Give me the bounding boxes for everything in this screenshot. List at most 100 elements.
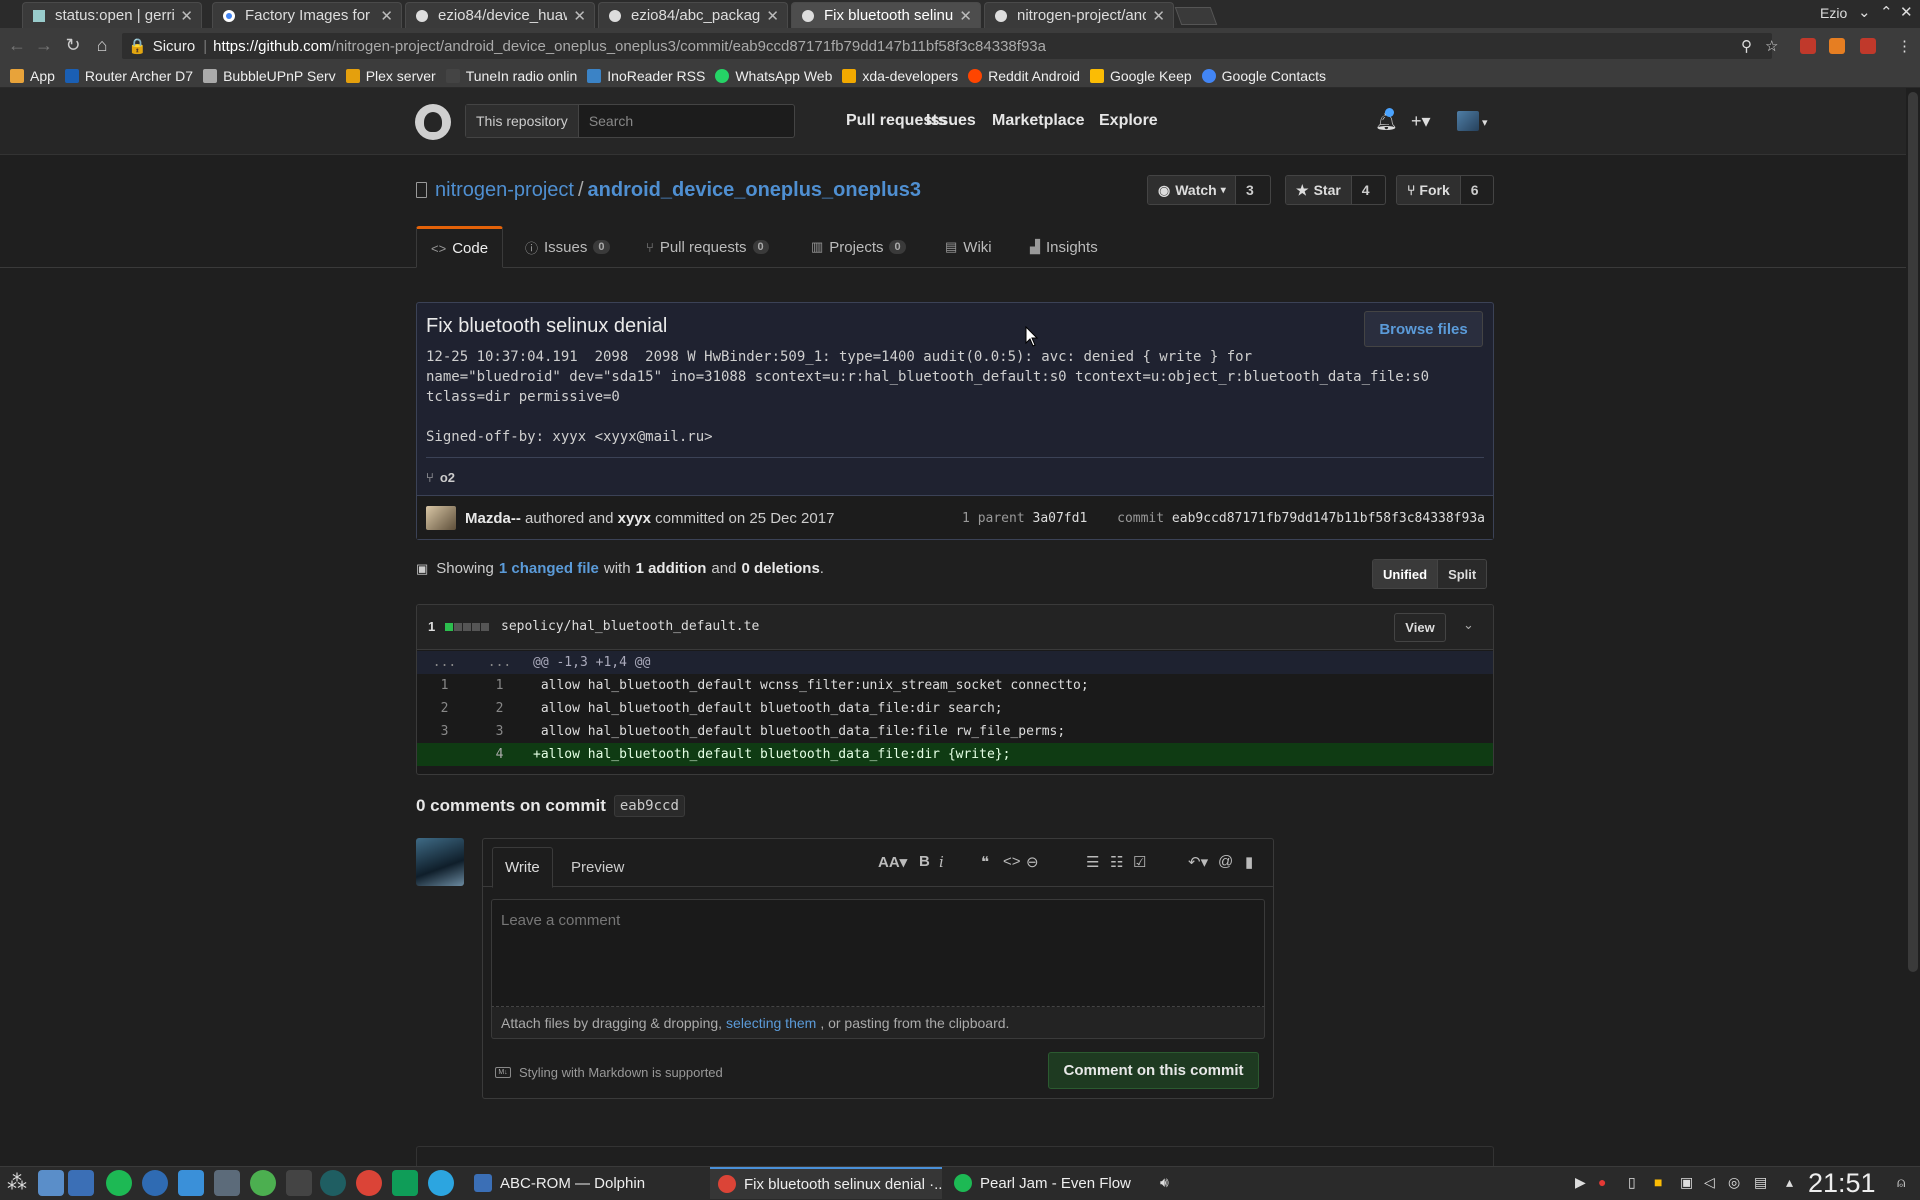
bookmark-item[interactable]: BubbleUPnP Serv (203, 68, 336, 84)
search-input[interactable] (578, 113, 779, 129)
nav-explore[interactable]: Explore (1099, 112, 1158, 130)
browser-tab[interactable]: Factory Images for N ✕ (212, 2, 402, 28)
bookmark-icon[interactable]: ▮ (1245, 853, 1253, 871)
clipboard-icon[interactable]: ▤ (1754, 1174, 1767, 1191)
url-bar[interactable]: 🔒 Sicuro | https://github.com /nitrogen-… (122, 33, 1772, 59)
file-manager-icon[interactable] (68, 1170, 94, 1196)
close-tab-icon[interactable]: ✕ (573, 7, 586, 25)
power-icon[interactable]: ⍝ (1897, 1174, 1905, 1191)
tab-pull-requests[interactable]: ⑂ Pull requests 0 (646, 226, 769, 268)
tab-wiki[interactable]: ▤ Wiki (945, 226, 992, 268)
tray-expand-icon[interactable]: ▴ (1786, 1174, 1793, 1191)
watch-button[interactable]: ◉ Watch ▾ (1148, 176, 1236, 204)
tab-projects[interactable]: ▥ Projects 0 (811, 226, 906, 268)
keep-tray-icon[interactable]: ■ (1654, 1174, 1662, 1190)
repo-owner-link[interactable]: nitrogen-project (435, 179, 574, 201)
network-icon[interactable]: ▣ (1680, 1174, 1693, 1191)
home-icon[interactable]: ⌂ (91, 34, 113, 56)
ublock-icon[interactable] (1800, 38, 1816, 54)
parent-sha-link[interactable]: 3a07fd1 (1033, 511, 1088, 526)
close-tab-icon[interactable]: ✕ (380, 7, 393, 25)
italic-icon[interactable]: i (939, 853, 944, 871)
code-icon[interactable]: <> (1003, 853, 1021, 870)
minimize-icon[interactable]: ⌄ (1858, 3, 1871, 21)
taskbar-item[interactable]: Pearl Jam - Even Flow (946, 1167, 1136, 1199)
terminal-icon[interactable] (286, 1170, 312, 1196)
numbered-list-icon[interactable]: ☷ (1110, 853, 1123, 871)
rss-icon[interactable] (1829, 38, 1845, 54)
attach-files-bar[interactable]: Attach files by dragging & dropping, sel… (491, 1007, 1265, 1039)
hangouts-icon[interactable] (392, 1170, 418, 1196)
spotify-icon[interactable] (106, 1170, 132, 1196)
bookmark-item[interactable]: TuneIn radio onlin (445, 68, 577, 84)
reload-icon[interactable]: ↻ (62, 34, 84, 56)
gmail-icon[interactable] (1860, 38, 1876, 54)
split-button[interactable]: Split (1438, 560, 1487, 588)
search-scope[interactable]: This repository (466, 105, 579, 137)
tab-code[interactable]: <> Code (416, 226, 504, 268)
changed-files-link[interactable]: 1 changed file (499, 560, 599, 577)
taskbar-item[interactable]: ABC-ROM — Dolphin (466, 1167, 706, 1199)
quote-icon[interactable]: ❝ (981, 853, 989, 871)
close-tab-icon[interactable]: ✕ (180, 7, 193, 25)
forward-icon[interactable]: → (33, 34, 55, 56)
close-tab-icon[interactable]: ✕ (1152, 7, 1165, 25)
taskbar-item-active[interactable]: Fix bluetooth selinux denial ·... (710, 1167, 942, 1199)
browser-tab[interactable]: ezio84/device_huaw ✕ (405, 2, 595, 28)
markdown-note[interactable]: M↓ Styling with Markdown is supported (495, 1065, 723, 1080)
browser-tab[interactable]: status:open | gerrit.c ✕ (22, 2, 202, 28)
volume-tray-icon[interactable]: ◁ (1704, 1174, 1715, 1191)
battery-icon[interactable]: ▯ (1628, 1174, 1636, 1191)
bookmark-item[interactable]: Reddit Android (968, 68, 1080, 84)
browser-tab[interactable]: nitrogen-project/and ✕ (984, 2, 1174, 28)
avatar[interactable] (416, 838, 464, 886)
bookmark-item[interactable]: App (10, 68, 55, 84)
author-link[interactable]: Mazda-- (465, 510, 521, 527)
zoom-icon[interactable]: ⚲ (1741, 37, 1752, 55)
reply-icon[interactable]: ↶▾ (1188, 853, 1208, 871)
view-file-button[interactable]: View (1394, 613, 1446, 642)
chevron-down-icon[interactable]: ▾ (1482, 116, 1488, 129)
select-files-link[interactable]: selecting them (726, 1015, 816, 1031)
unified-button[interactable]: Unified (1373, 560, 1439, 588)
fork-count[interactable]: 6 (1460, 176, 1489, 204)
desktop-icon[interactable] (38, 1170, 64, 1196)
nav-issues[interactable]: Issues (926, 112, 976, 130)
scrollbar-thumb[interactable] (1908, 92, 1918, 972)
chrome-icon[interactable] (356, 1170, 382, 1196)
bookmark-item[interactable]: Google Keep (1089, 68, 1192, 84)
browser-tab-active[interactable]: Fix bluetooth selinux ✕ (791, 2, 981, 28)
play-icon[interactable]: ▶ (1575, 1174, 1586, 1191)
github-logo-icon[interactable] (415, 104, 451, 140)
tab-write[interactable]: Write (492, 847, 553, 888)
browser-tab[interactable]: ezio84/abc_package ✕ (598, 2, 788, 28)
branch-name[interactable]: o2 (440, 470, 455, 485)
bookmark-item[interactable]: WhatsApp Web (715, 68, 832, 84)
comment-textarea[interactable] (491, 899, 1265, 1007)
tab-preview[interactable]: Preview (559, 847, 636, 888)
update-icon[interactable]: ◎ (1728, 1174, 1740, 1191)
clock[interactable]: 21:51 (1808, 1168, 1876, 1199)
fork-button[interactable]: ⑂ Fork (1397, 176, 1461, 204)
bookmark-item[interactable]: Router Archer D7 (64, 68, 193, 84)
browse-files-button[interactable]: Browse files (1364, 311, 1483, 347)
text-size-icon[interactable]: AA▾ (878, 853, 907, 871)
new-tab-button[interactable] (1174, 7, 1218, 25)
avatar[interactable] (1457, 111, 1479, 131)
volume-icon[interactable]: 🔊︎ (1160, 1174, 1169, 1191)
close-tab-icon[interactable]: ✕ (959, 7, 972, 25)
close-tab-icon[interactable]: ✕ (766, 7, 779, 25)
bookmark-item[interactable]: Google Contacts (1201, 68, 1326, 84)
nav-marketplace[interactable]: Marketplace (992, 112, 1085, 130)
comment-on-commit-button[interactable]: Comment on this commit (1048, 1052, 1259, 1089)
app-launcher-icon[interactable]: ⁂ (4, 1170, 30, 1196)
app-icon[interactable] (320, 1170, 346, 1196)
task-list-icon[interactable]: ☑ (1133, 853, 1146, 871)
avatar[interactable] (426, 506, 456, 530)
bookmark-item[interactable]: InoReader RSS (587, 68, 705, 84)
committer-link[interactable]: xyyx (618, 510, 651, 527)
star-bookmark-icon[interactable]: ☆ (1765, 37, 1778, 55)
notification-badge-icon[interactable]: ● (1598, 1174, 1606, 1190)
diff-file-name[interactable]: sepolicy/hal_bluetooth_default.te (501, 619, 759, 634)
close-window-icon[interactable]: ✕ (1900, 3, 1913, 21)
